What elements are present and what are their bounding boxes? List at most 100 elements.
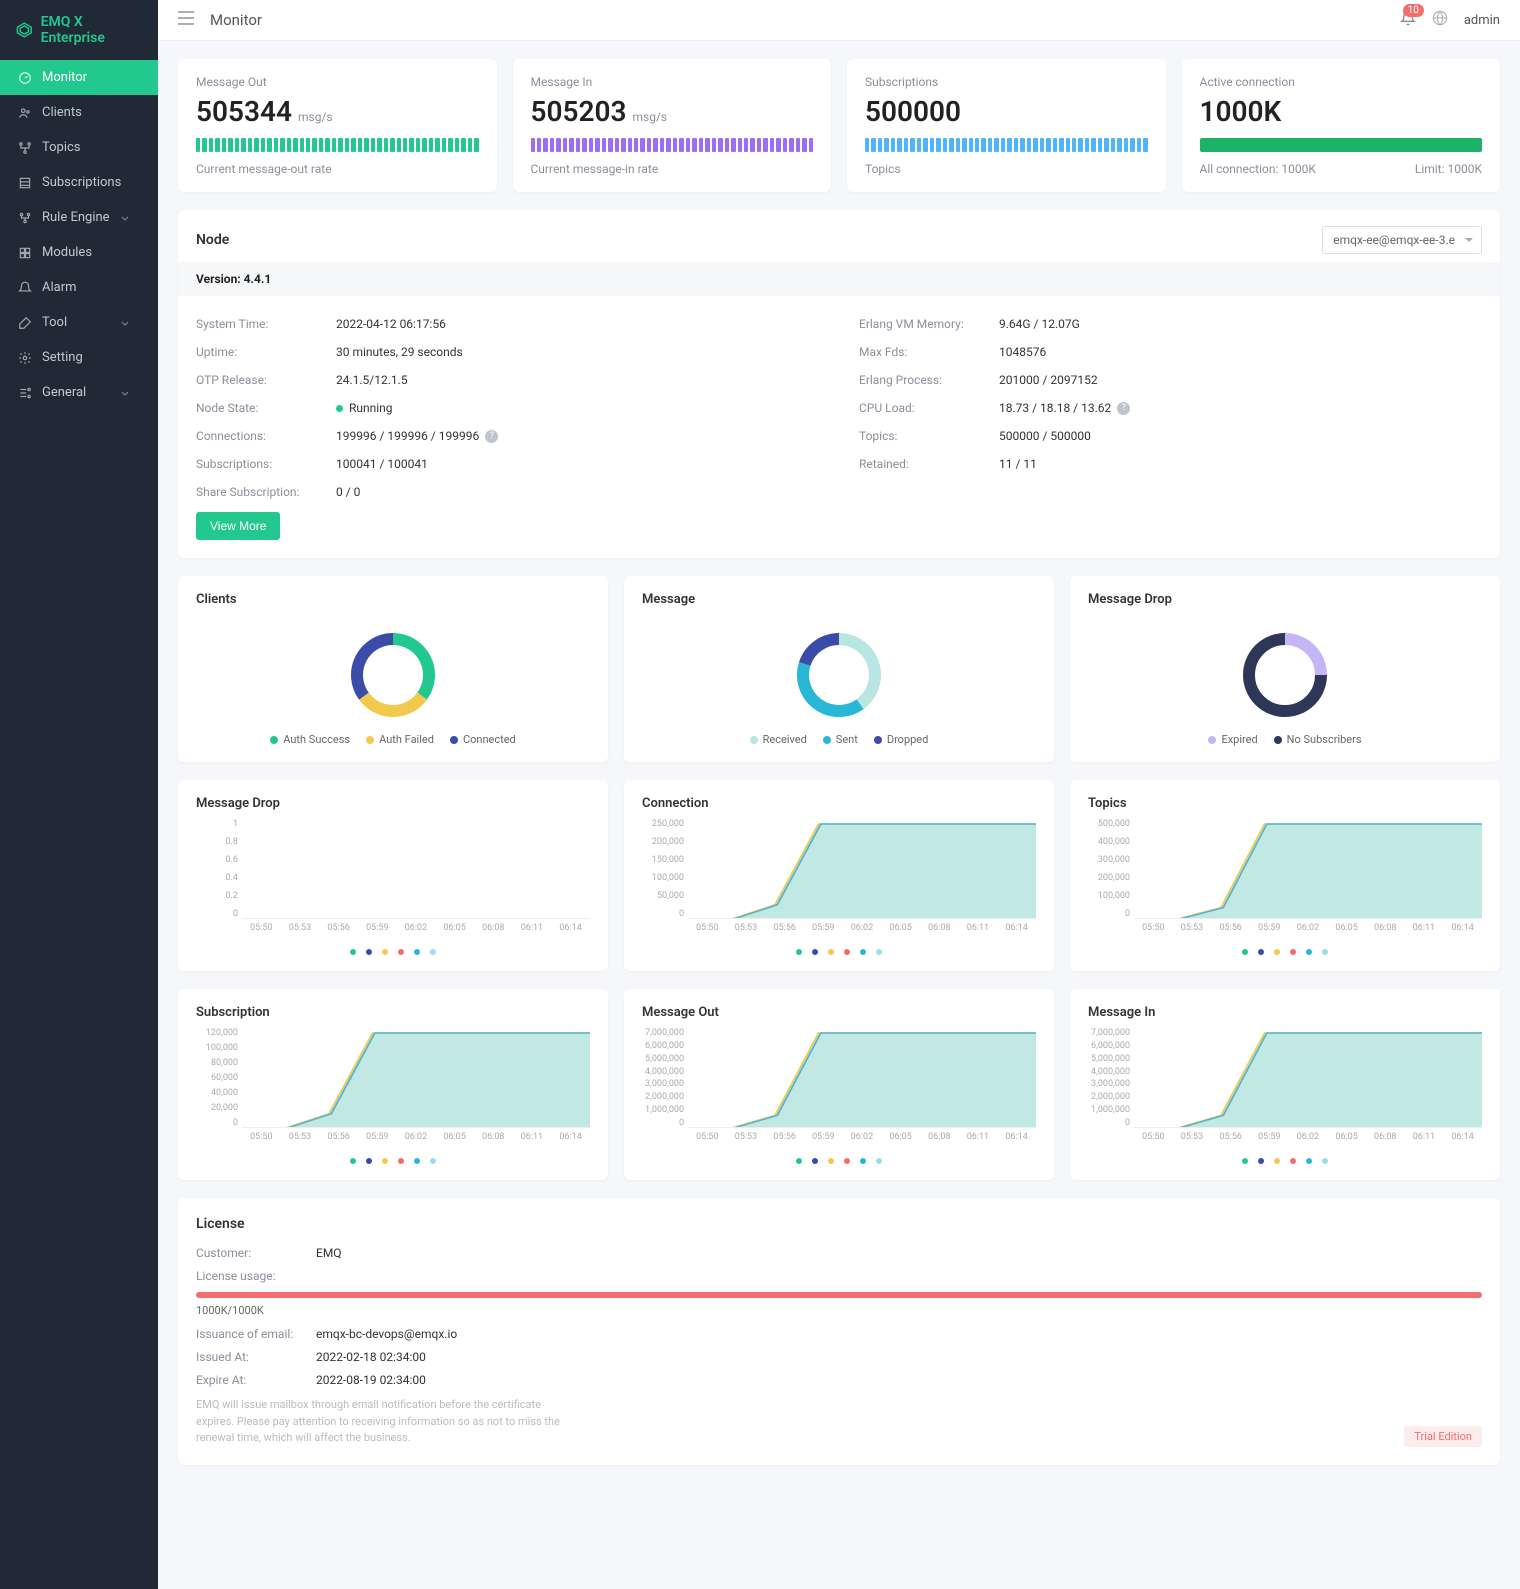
legend-item: Auth Success — [270, 733, 350, 746]
area-card-message-out: Message Out 7,000,0006,000,0005,000,0004,… — [624, 989, 1054, 1180]
chevron-down-icon — [120, 318, 130, 328]
chart-legend-dots — [1088, 949, 1482, 955]
donut-chart — [1235, 625, 1335, 725]
node-value: 100041 / 100041 — [336, 457, 428, 471]
legend-dot — [1306, 1158, 1312, 1164]
node-row: Max Fds:1048576 — [859, 338, 1482, 366]
legend-dot — [414, 1158, 420, 1164]
legend-dot — [876, 1158, 882, 1164]
chart-title: Message In — [1088, 1005, 1482, 1020]
node-value: 18.73 / 18.18 / 13.62 ? — [999, 401, 1130, 415]
stat-value: 500000 — [865, 95, 1148, 128]
chart-title: Message Drop — [196, 796, 590, 811]
node-key: Erlang VM Memory: — [859, 317, 999, 331]
legend-dot — [1322, 949, 1328, 955]
language-button[interactable] — [1432, 10, 1448, 30]
legend-item: No Subscribers — [1274, 733, 1362, 746]
help-icon[interactable]: ? — [1117, 402, 1130, 415]
x-axis: 05:5005:5305:5605:5906:0206:0506:0806:11… — [242, 919, 590, 933]
area-chart — [688, 819, 1036, 919]
sidebar-item-setting[interactable]: Setting — [0, 340, 158, 375]
area-card-message-in: Message In 7,000,0006,000,0005,000,0004,0… — [1070, 989, 1500, 1180]
stat-label: Message Out — [196, 75, 479, 89]
version-bar: Version: 4.4.1 — [178, 262, 1500, 296]
node-row: Erlang Process:201000 / 2097152 — [859, 366, 1482, 394]
legend-dot — [860, 1158, 866, 1164]
stat-footer-left: Current message-out rate — [196, 162, 332, 176]
chart-legend-dots — [1088, 1158, 1482, 1164]
stat-footer-right: Limit: 1000K — [1415, 162, 1482, 176]
logo-icon — [16, 21, 33, 39]
y-axis: 7,000,0006,000,0005,000,0004,000,0003,00… — [642, 1028, 684, 1128]
trial-badge: Trial Edition — [1404, 1426, 1482, 1447]
stat-label: Subscriptions — [865, 75, 1148, 89]
x-axis: 05:5005:5305:5605:5906:0206:0506:0806:11… — [1134, 919, 1482, 933]
legend-dot — [1258, 949, 1264, 955]
legend-item: Expired — [1208, 733, 1257, 746]
stat-value: 505344msg/s — [196, 95, 479, 128]
chart-title: Subscription — [196, 1005, 590, 1020]
user-label[interactable]: admin — [1464, 13, 1500, 28]
sidebar-item-clients[interactable]: Clients — [0, 95, 158, 130]
stat-card-active-connection: Active connection1000KAll connection: 10… — [1182, 59, 1501, 192]
donut-chart — [789, 625, 889, 725]
sidebar-item-tool[interactable]: Tool — [0, 305, 158, 340]
chart-legend: ReceivedSentDropped — [642, 733, 1036, 746]
sidebar-item-monitor[interactable]: Monitor — [0, 60, 158, 95]
sidebar-item-label: Monitor — [42, 70, 87, 85]
node-value: 9.64G / 12.07G — [999, 317, 1080, 331]
stat-card-subscriptions: Subscriptions500000Topics — [847, 59, 1166, 192]
sidebar-item-subscriptions[interactable]: Subscriptions — [0, 165, 158, 200]
legend-dot — [430, 1158, 436, 1164]
sidebar-item-general[interactable]: General — [0, 375, 158, 410]
y-axis: 120,000100,00080,00060,00040,00020,0000 — [196, 1028, 238, 1128]
version-value: 4.4.1 — [244, 272, 272, 286]
area-row-1: Message Drop10.80.60.40.2005:5005:5305:5… — [178, 780, 1500, 971]
sidebar-item-label: Subscriptions — [42, 175, 121, 190]
sidebar-item-label: Tool — [42, 315, 67, 330]
page-title: Monitor — [210, 11, 262, 29]
topbar: Monitor 10 admin — [158, 0, 1520, 41]
help-icon[interactable]: ? — [485, 430, 498, 443]
license-usage-bar — [196, 1292, 1482, 1298]
chart-title: Message Out — [642, 1005, 1036, 1020]
legend-item: Connected — [450, 733, 516, 746]
sidebar-item-rule-engine[interactable]: Rule Engine — [0, 200, 158, 235]
stat-bar — [1200, 138, 1483, 152]
donut-row: ClientsAuth SuccessAuth FailedConnectedM… — [178, 576, 1500, 762]
donut-card-message: MessageReceivedSentDropped — [624, 576, 1054, 762]
donut-card-clients: ClientsAuth SuccessAuth FailedConnected — [178, 576, 608, 762]
sidebar-item-label: Setting — [42, 350, 83, 365]
legend-dot — [1242, 1158, 1248, 1164]
legend-item: Sent — [823, 733, 858, 746]
chart-title: Topics — [1088, 796, 1482, 811]
node-row: OTP Release:24.1.5/12.1.5 — [196, 366, 819, 394]
notifications-button[interactable]: 10 — [1400, 10, 1416, 30]
chart-title: Message — [642, 592, 1036, 607]
chart-legend-dots — [642, 949, 1036, 955]
menu-toggle-icon[interactable] — [178, 11, 194, 29]
license-expire-k: Expire At: — [196, 1373, 316, 1387]
sidebar-item-alarm[interactable]: Alarm — [0, 270, 158, 305]
sidebar-item-topics[interactable]: Topics — [0, 130, 158, 165]
view-more-button[interactable]: View More — [196, 512, 280, 540]
node-row: Topics:500000 / 500000 — [859, 422, 1482, 450]
sidebar-item-label: Rule Engine — [42, 210, 110, 225]
area-chart — [688, 1028, 1036, 1128]
sidebar-item-modules[interactable]: Modules — [0, 235, 158, 270]
x-axis: 05:5005:5305:5605:5906:0206:0506:0806:11… — [242, 1128, 590, 1142]
node-row: Connections:199996 / 199996 / 199996 ? — [196, 422, 819, 450]
stats-row: Message Out 505344msg/s Current message-ou… — [178, 59, 1500, 192]
license-card: License Customer:EMQ License usage: 1000… — [178, 1198, 1500, 1465]
stat-label: Message In — [531, 75, 814, 89]
legend-dot — [430, 949, 436, 955]
chart-title: Clients — [196, 592, 590, 607]
node-select[interactable]: emqx-ee@emqx-ee-3.e — [1322, 226, 1482, 254]
node-row: Node State:Running — [196, 394, 819, 422]
globe-icon — [1432, 10, 1448, 26]
y-axis: 7,000,0006,000,0005,000,0004,000,0003,00… — [1088, 1028, 1130, 1128]
area-card-subscription: Subscription 120,000100,00080,00060,00040… — [178, 989, 608, 1180]
sidebar-item-label: Topics — [42, 140, 81, 155]
sidebar-item-label: Modules — [42, 245, 92, 260]
legend-item: Received — [750, 733, 807, 746]
